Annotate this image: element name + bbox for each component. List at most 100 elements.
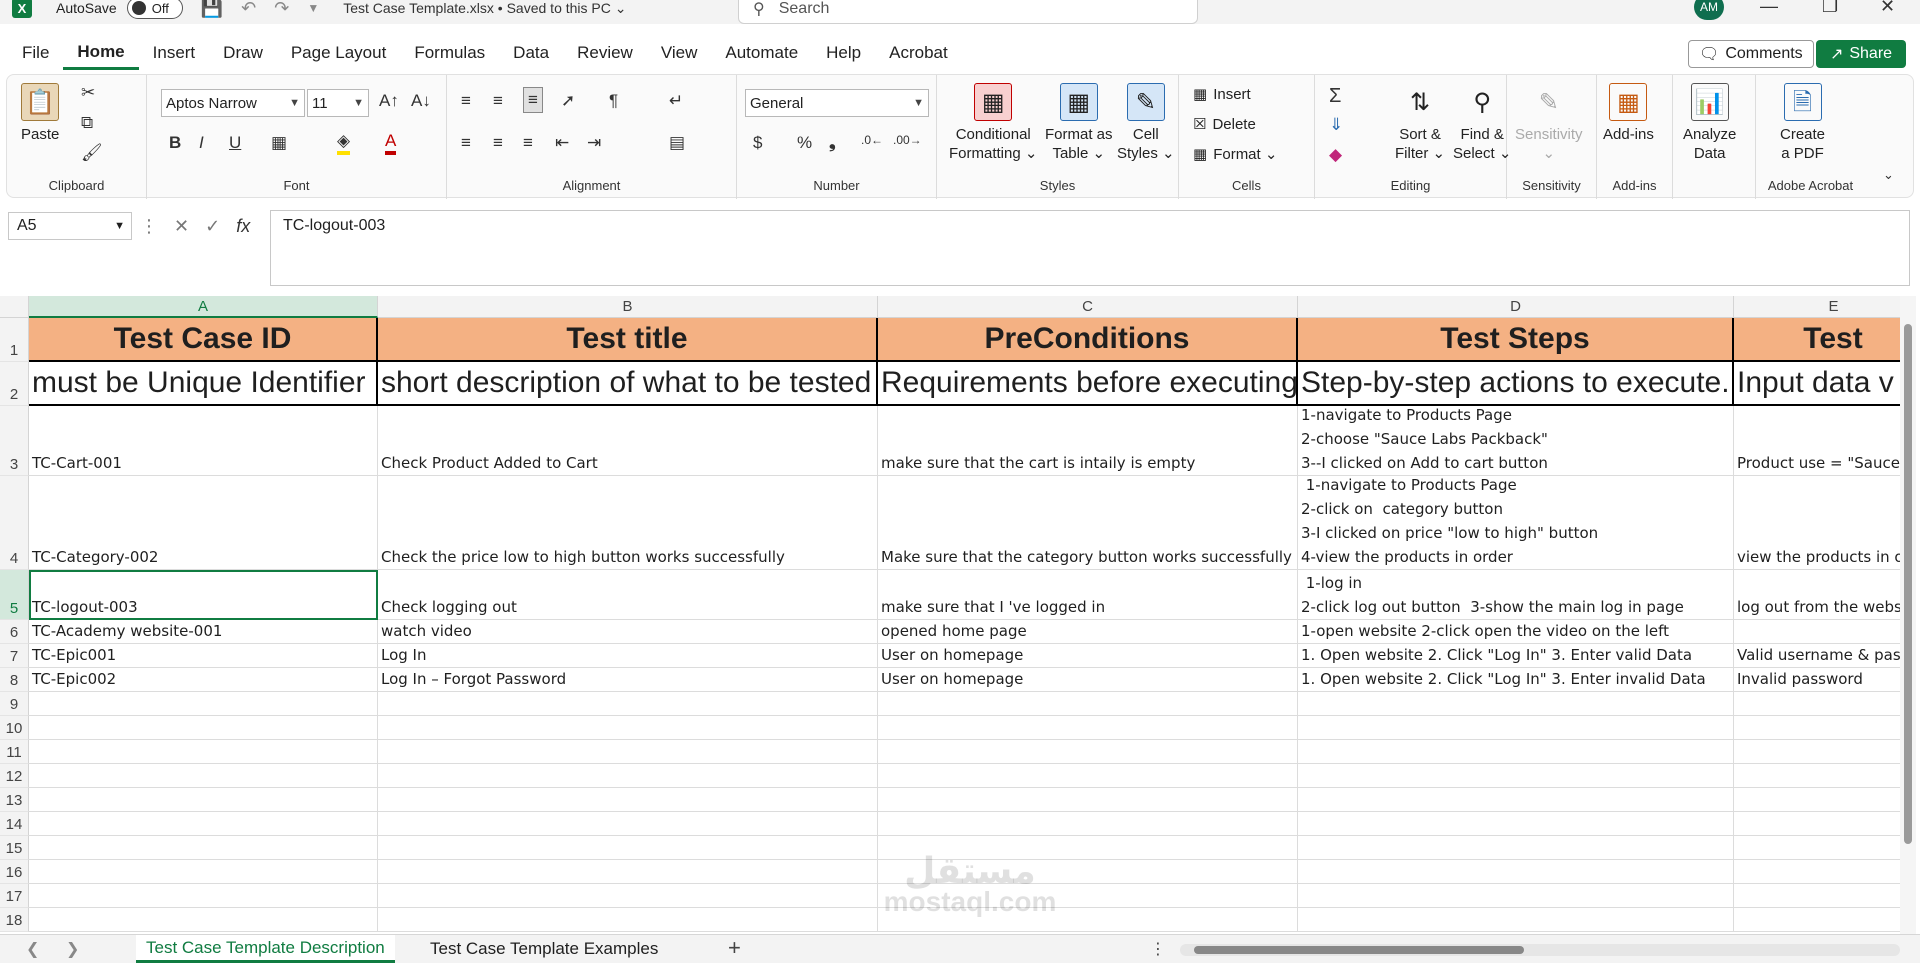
row-header[interactable]: 14 <box>0 812 29 836</box>
cell-d16[interactable] <box>1298 860 1734 884</box>
addins-button[interactable]: ▦ Add-ins <box>1603 83 1654 144</box>
row-header[interactable]: 1 <box>0 318 29 362</box>
cell-d7[interactable]: 1. Open website 2. Click "Log In" 3. Ent… <box>1298 644 1734 668</box>
cell-b4[interactable]: Check the price low to high button works… <box>378 476 878 570</box>
more-options-icon[interactable]: ⋮ <box>140 216 158 237</box>
row-header[interactable]: 9 <box>0 692 29 716</box>
save-icon[interactable]: 💾 <box>201 0 223 19</box>
formula-input[interactable]: TC-logout-003 <box>270 210 1910 286</box>
cell-a11[interactable] <box>29 740 378 764</box>
scrollbar-thumb[interactable] <box>1194 946 1524 954</box>
cell-d17[interactable] <box>1298 884 1734 908</box>
previous-sheet-icon[interactable]: ❮ <box>26 939 39 959</box>
delete-button[interactable]: ☒ Delete <box>1193 115 1256 134</box>
cell-e4[interactable]: view the products in or <box>1734 476 1900 570</box>
cell-a14[interactable] <box>29 812 378 836</box>
conditional-formatting-button[interactable]: ▦ Conditional Formatting ⌄ <box>949 83 1037 163</box>
merge-center-icon[interactable]: ▤ <box>669 133 685 153</box>
tab-automate[interactable]: Automate <box>711 36 812 70</box>
row-header[interactable]: 2 <box>0 362 29 406</box>
cell-e5[interactable]: log out from the websi <box>1734 570 1900 620</box>
tab-acrobat[interactable]: Acrobat <box>875 36 962 70</box>
cell-a1[interactable]: Test Case ID <box>29 318 378 362</box>
cell-c6[interactable]: opened home page <box>878 620 1298 644</box>
document-title[interactable]: Test Case Template.xlsx • Saved to this … <box>343 0 626 17</box>
cell-c3[interactable]: make sure that the cart is intaily is em… <box>878 406 1298 476</box>
align-right-icon[interactable]: ≡ <box>523 133 533 153</box>
cell-b8[interactable]: Log In – Forgot Password <box>378 668 878 692</box>
paste-button[interactable]: 📋 Paste <box>21 83 59 144</box>
cell-c1[interactable]: PreConditions <box>878 318 1298 362</box>
orientation-icon[interactable]: ➚ <box>561 91 575 111</box>
cell-c4[interactable]: Make sure that the category button works… <box>878 476 1298 570</box>
format-as-table-button[interactable]: ▦ Format as Table ⌄ <box>1045 83 1113 163</box>
fill-icon[interactable]: ⇓ <box>1329 115 1343 135</box>
comments-button[interactable]: 🗨 Comments <box>1688 40 1814 68</box>
cell-e14[interactable] <box>1734 812 1900 836</box>
cell-b2[interactable]: short description of what to be tested <box>378 362 878 406</box>
cell-c12[interactable] <box>878 764 1298 788</box>
sheet-options-icon[interactable]: ⋮ <box>1150 939 1166 959</box>
cell-d18[interactable] <box>1298 908 1734 932</box>
find-select-button[interactable]: ⚲ Find & Select ⌄ <box>1453 83 1511 163</box>
insert-function-icon[interactable]: fx <box>236 216 250 237</box>
minimize-icon[interactable]: — <box>1760 0 1778 17</box>
enter-icon[interactable]: ✓ <box>205 216 220 237</box>
cell-a12[interactable] <box>29 764 378 788</box>
align-bottom-icon[interactable]: ≡ <box>523 87 543 113</box>
tab-file[interactable]: File <box>0 36 63 70</box>
avatar[interactable]: AM <box>1694 0 1724 20</box>
row-header[interactable]: 5 <box>0 570 29 620</box>
row-header[interactable]: 15 <box>0 836 29 860</box>
cell-e7[interactable]: Valid username & pas <box>1734 644 1900 668</box>
cell-b3[interactable]: Check Product Added to Cart <box>378 406 878 476</box>
cell-e15[interactable] <box>1734 836 1900 860</box>
italic-button[interactable]: I <box>199 133 204 153</box>
cell-a3[interactable]: TC-Cart-001 <box>29 406 378 476</box>
cell-e16[interactable] <box>1734 860 1900 884</box>
sensitivity-button[interactable]: ✎ Sensitivity ⌄ <box>1515 83 1583 163</box>
cell-b18[interactable] <box>378 908 878 932</box>
cell-d11[interactable] <box>1298 740 1734 764</box>
clear-icon[interactable]: ◆ <box>1329 145 1342 165</box>
cell-b10[interactable] <box>378 716 878 740</box>
cell-c14[interactable] <box>878 812 1298 836</box>
cell-b6[interactable]: watch video <box>378 620 878 644</box>
tab-home[interactable]: Home <box>63 36 139 70</box>
select-all-corner[interactable] <box>0 296 29 318</box>
borders-icon[interactable]: ▦ <box>271 133 287 153</box>
customize-toolbar-icon[interactable]: ▼ <box>307 1 319 15</box>
fill-color-icon[interactable]: ◈ <box>337 131 351 155</box>
format-button[interactable]: ▦ Format ⌄ <box>1193 145 1277 163</box>
cell-b5[interactable]: Check logging out <box>378 570 878 620</box>
tab-view[interactable]: View <box>647 36 712 70</box>
cell-e9[interactable] <box>1734 692 1900 716</box>
cancel-icon[interactable]: ✕ <box>174 216 189 237</box>
create-pdf-button[interactable]: 🗎 Create a PDF <box>1780 83 1825 163</box>
cell-a17[interactable] <box>29 884 378 908</box>
underline-button[interactable]: U <box>229 133 241 153</box>
autosave-toggle[interactable]: Off <box>126 0 183 19</box>
tab-page-layout[interactable]: Page Layout <box>277 36 400 70</box>
cell-c9[interactable] <box>878 692 1298 716</box>
decrease-decimal-icon[interactable]: .00→ <box>893 133 922 147</box>
cell-a13[interactable] <box>29 788 378 812</box>
cell-b13[interactable] <box>378 788 878 812</box>
cell-d15[interactable] <box>1298 836 1734 860</box>
name-box[interactable]: A5 ▼ <box>8 212 132 240</box>
collapse-ribbon-icon[interactable]: ⌄ <box>1883 167 1894 183</box>
row-header[interactable]: 6 <box>0 620 29 644</box>
close-icon[interactable]: ✕ <box>1880 0 1895 17</box>
cell-a15[interactable] <box>29 836 378 860</box>
scrollbar-thumb[interactable] <box>1904 324 1912 844</box>
column-header-b[interactable]: B <box>378 296 878 318</box>
cell-b11[interactable] <box>378 740 878 764</box>
comma-button[interactable]: ❟ <box>829 133 836 153</box>
cell-b7[interactable]: Log In <box>378 644 878 668</box>
cell-c10[interactable] <box>878 716 1298 740</box>
cell-a10[interactable] <box>29 716 378 740</box>
cell-a4[interactable]: TC-Category-002 <box>29 476 378 570</box>
cell-e18[interactable] <box>1734 908 1900 932</box>
row-header[interactable]: 11 <box>0 740 29 764</box>
column-header-e[interactable]: E <box>1734 296 1900 318</box>
